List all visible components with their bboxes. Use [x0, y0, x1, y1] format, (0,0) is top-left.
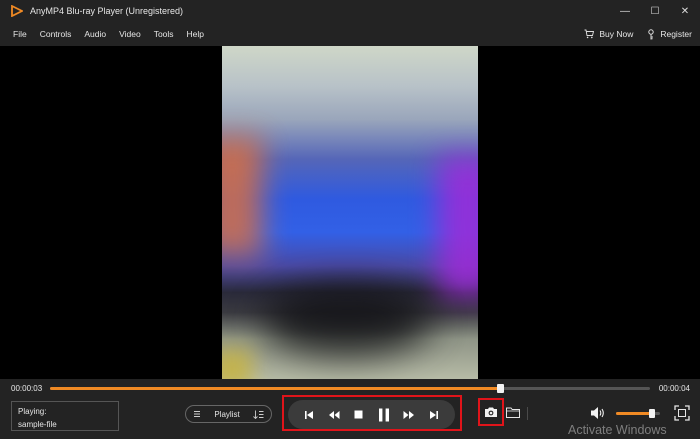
minimize-button[interactable]: — — [610, 0, 640, 22]
video-frame — [222, 46, 478, 379]
playlist-label: Playlist — [214, 409, 240, 419]
title-bar: AnyMP4 Blu-ray Player (Unregistered) — ☐… — [0, 0, 700, 22]
menu-file[interactable]: File — [13, 29, 27, 39]
pause-button[interactable] — [375, 406, 393, 424]
snapshot-button[interactable] — [483, 404, 499, 420]
playing-label: Playing: — [18, 407, 47, 416]
playlist-order-icon — [253, 410, 264, 419]
volume-level — [616, 412, 653, 415]
menu-controls[interactable]: Controls — [40, 29, 72, 39]
volume-handle[interactable] — [649, 409, 656, 418]
stop-button[interactable] — [350, 406, 368, 424]
menu-tools[interactable]: Tools — [154, 29, 174, 39]
menu-bar: File Controls Audio Video Tools Help Buy… — [0, 22, 700, 46]
fullscreen-button[interactable] — [674, 405, 690, 421]
fullscreen-icon — [674, 405, 690, 421]
window-controls: — ☐ ✕ — [610, 0, 700, 22]
maximize-button[interactable]: ☐ — [640, 0, 670, 22]
pause-icon — [379, 408, 390, 421]
now-playing-box: Playing: sample-file — [11, 401, 119, 431]
buy-now-label: Buy Now — [599, 29, 634, 39]
list-icon — [194, 411, 200, 417]
stop-icon — [354, 410, 363, 419]
seek-handle[interactable] — [497, 384, 504, 393]
volume-icon — [591, 407, 604, 419]
volume-slider[interactable] — [616, 409, 660, 418]
folder-icon — [506, 407, 520, 418]
fast-forward-button[interactable] — [400, 406, 418, 424]
volume-button[interactable] — [590, 406, 606, 420]
current-time: 00:00:03 — [11, 384, 43, 393]
camera-icon — [485, 407, 497, 417]
divider — [527, 407, 528, 420]
previous-button[interactable] — [300, 406, 318, 424]
skip-previous-icon — [304, 410, 313, 419]
skip-next-icon — [430, 410, 439, 419]
controls-bar: Playing: sample-file Playlist Activate W… — [0, 395, 700, 439]
playlist-button[interactable]: Playlist — [185, 405, 272, 423]
register-label: Register — [660, 29, 692, 39]
rewind-button[interactable] — [325, 406, 343, 424]
menu-help[interactable]: Help — [187, 29, 204, 39]
buy-now-link[interactable]: Buy Now — [584, 29, 633, 39]
open-folder-button[interactable] — [505, 404, 521, 420]
playing-file-name: sample-file — [18, 420, 57, 429]
menu-audio[interactable]: Audio — [84, 29, 106, 39]
key-icon — [648, 28, 655, 39]
rewind-icon — [328, 410, 340, 419]
seek-bar[interactable] — [50, 384, 650, 393]
activate-windows-watermark: Activate Windows — [568, 423, 667, 437]
cart-icon — [584, 29, 595, 39]
fast-forward-icon — [403, 410, 415, 419]
close-button[interactable]: ✕ — [670, 0, 700, 22]
register-link[interactable]: Register — [647, 28, 692, 40]
video-area[interactable] — [0, 46, 700, 379]
window-title: AnyMP4 Blu-ray Player (Unregistered) — [30, 6, 184, 16]
menu-video[interactable]: Video — [119, 29, 141, 39]
next-button[interactable] — [425, 406, 443, 424]
seek-progress — [50, 387, 500, 390]
transport-controls — [288, 400, 455, 429]
duration-time: 00:00:04 — [658, 384, 690, 393]
app-logo-icon — [10, 4, 24, 18]
